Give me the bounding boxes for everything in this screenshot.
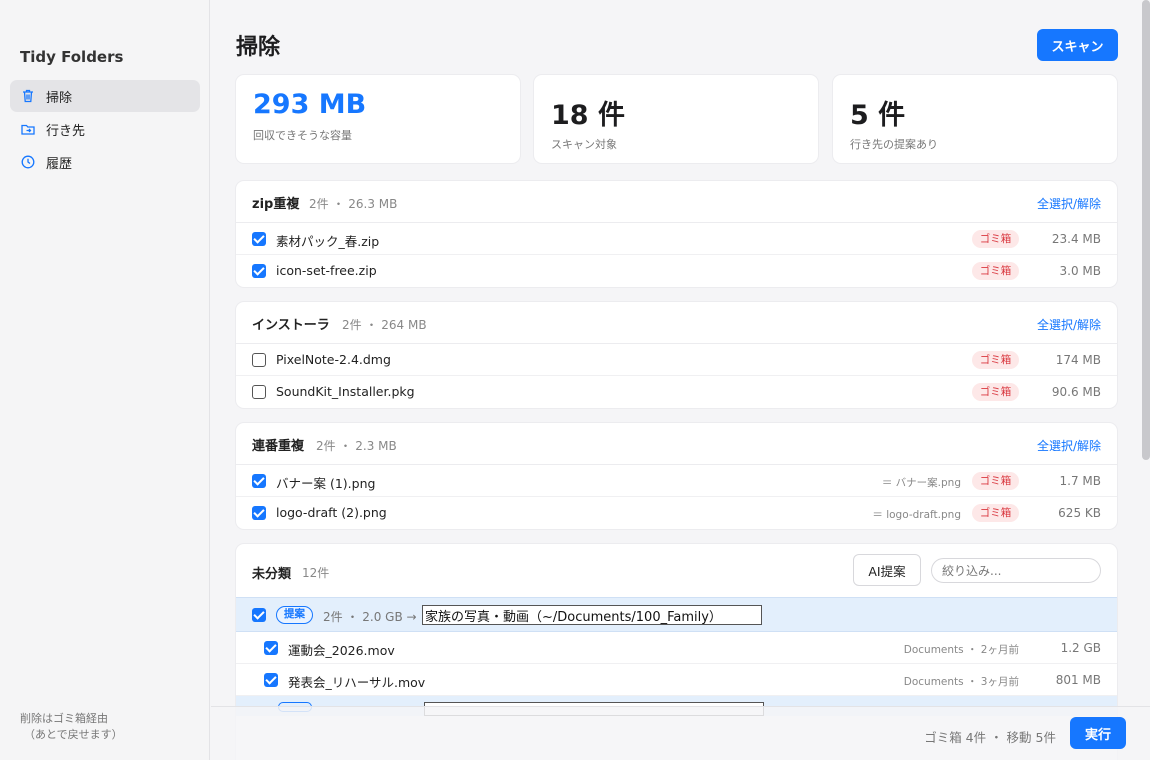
group-title: zip重複 (252, 197, 300, 212)
file-size: 90.6 MB (1051, 385, 1101, 399)
sidebar-item-cleanup[interactable]: 掃除 (10, 80, 200, 112)
file-row[interactable]: icon-set-free.zip ゴミ箱 3.0 MB (236, 255, 1117, 287)
file-size: 3.0 MB (1059, 264, 1101, 278)
ai-suggest-button[interactable]: AI提案 (853, 554, 921, 586)
select-all-link[interactable]: 全選択/解除 (1037, 316, 1101, 333)
select-all-link[interactable]: 全選択/解除 (1037, 437, 1101, 454)
suggestion-pill: 提案 (276, 606, 313, 624)
group-title: 連番重複 (252, 439, 305, 454)
sidebar-item-label: 履歴 (46, 156, 73, 172)
group-meta: 2件 ・ 26.3 MB (309, 197, 398, 211)
page-title: 掃除 (236, 35, 281, 60)
file-name: PixelNote-2.4.dmg (276, 352, 391, 367)
file-row[interactable]: 運動会_2026.mov Documents ・ 2ヶ月前 1.2 GB (236, 632, 1117, 664)
group-card-zip-duplicates: zip重複 2件 ・ 26.3 MB 全選択/解除 素材パック_春.zip ゴミ… (236, 181, 1117, 287)
file-checkbox[interactable] (252, 353, 266, 367)
trash-icon (23, 89, 33, 103)
group-card-sequential-duplicates: 連番重複 2件 ・ 2.3 MB 全選択/解除 バナー案 (1).png ＝ バ… (236, 423, 1117, 529)
file-row[interactable]: バナー案 (1).png ＝ バナー案.png ゴミ箱 1.7 MB (236, 465, 1117, 497)
stat-card-scanned: 18 件 スキャン対象 (534, 75, 818, 163)
file-name: バナー案 (1).png (276, 476, 376, 491)
trash-badge: ゴミ箱 (972, 383, 1019, 401)
group-title: インストーラ (252, 318, 330, 333)
group-meta: 2件 ・ 2.3 MB (316, 439, 397, 453)
file-row[interactable]: 素材パック_春.zip ゴミ箱 23.4 MB (236, 223, 1117, 255)
folder-arrow-icon (21, 124, 35, 135)
file-size: 1.7 MB (1059, 474, 1101, 488)
file-name: icon-set-free.zip (276, 263, 377, 278)
group-header: zip重複 2件 ・ 26.3 MB 全選択/解除 (236, 181, 1117, 223)
file-size: 1.2 GB (1060, 641, 1101, 655)
file-size: 174 MB (1055, 353, 1101, 367)
sidebar-item-history[interactable]: 履歴 (10, 146, 200, 178)
group-header: インストーラ 2件 ・ 264 MB 全選択/解除 (236, 302, 1117, 344)
file-checkbox[interactable] (252, 232, 266, 246)
group-meta: 12件 (302, 566, 330, 580)
file-checkbox[interactable] (252, 506, 266, 520)
group-title: 未分類 (252, 567, 292, 582)
file-location: Documents ・ 2ヶ月前 (903, 644, 1019, 656)
group-card-installers: インストーラ 2件 ・ 264 MB 全選択/解除 PixelNote-2.4.… (236, 302, 1117, 408)
sidebar: Tidy Folders 掃除 行き先 履歴 削除はゴミ箱経由 （あとで戻せます… (0, 0, 210, 760)
filter-input[interactable] (931, 558, 1101, 583)
group-header: 連番重複 2件 ・ 2.3 MB 全選択/解除 (236, 423, 1117, 465)
destination-input[interactable] (422, 605, 762, 625)
select-all-link[interactable]: 全選択/解除 (1037, 195, 1101, 212)
group-meta: 2件 ・ 264 MB (342, 318, 427, 332)
suggestion-row[interactable]: 提案 2件 ・ 2.0 GB → (236, 597, 1117, 632)
trash-badge: ゴミ箱 (972, 262, 1019, 280)
sidebar-item-label: 行き先 (46, 123, 86, 139)
stat-value: 293 MB (253, 89, 367, 120)
file-size: 625 KB (1058, 506, 1101, 520)
trash-note-line1: 削除はゴミ箱経由 (20, 712, 108, 725)
action-footer: ゴミ箱 4件 ・ 移動 5件 (211, 706, 1150, 760)
file-location: Documents ・ 3ヶ月前 (903, 676, 1019, 688)
file-checkbox[interactable] (252, 474, 266, 488)
stat-value: 5 件 (850, 100, 906, 131)
file-name: logo-draft (2).png (276, 505, 387, 520)
duplicate-of-label: ＝ バナー案.png (881, 477, 961, 489)
action-summary: ゴミ箱 4件 ・ 移動 5件 (924, 730, 1056, 745)
file-row[interactable]: SoundKit_Installer.pkg ゴミ箱 90.6 MB (236, 376, 1117, 408)
file-row[interactable]: 発表会_リハーサル.mov Documents ・ 3ヶ月前 801 MB (236, 664, 1117, 696)
file-checkbox[interactable] (264, 641, 278, 655)
suggestion-meta: 2件 ・ 2.0 GB → (323, 610, 417, 624)
stat-card-reclaimable: 293 MB 回収できそうな容量 (236, 75, 520, 163)
stat-caption: 回収できそうな容量 (253, 129, 352, 142)
file-checkbox[interactable] (264, 673, 278, 687)
trash-note-line2: （あとで戻せます） (24, 728, 123, 741)
file-checkbox[interactable] (252, 385, 266, 399)
app-title: Tidy Folders (20, 48, 124, 66)
sidebar-item-label: 掃除 (46, 90, 73, 106)
sidebar-nav: 掃除 行き先 履歴 (10, 80, 200, 179)
file-row[interactable]: PixelNote-2.4.dmg ゴミ箱 174 MB (236, 344, 1117, 376)
scan-button[interactable]: スキャン (1037, 29, 1118, 61)
clock-icon (21, 155, 35, 169)
run-button[interactable]: 実行 (1070, 717, 1126, 749)
file-checkbox[interactable] (252, 264, 266, 278)
stat-value: 18 件 (551, 100, 625, 131)
trash-badge: ゴミ箱 (972, 504, 1019, 522)
file-size: 801 MB (1055, 673, 1101, 687)
stat-caption: スキャン対象 (551, 138, 617, 151)
trash-badge: ゴミ箱 (972, 472, 1019, 490)
sidebar-item-destinations[interactable]: 行き先 (10, 113, 200, 145)
file-size: 23.4 MB (1051, 232, 1101, 246)
suggestion-checkbox[interactable] (252, 608, 266, 622)
trash-badge: ゴミ箱 (972, 351, 1019, 369)
duplicate-of-label: ＝ logo-draft.png (872, 509, 961, 521)
scrollbar[interactable] (1142, 0, 1150, 460)
file-name: 運動会_2026.mov (288, 643, 395, 658)
stat-card-suggestions: 5 件 行き先の提案あり (833, 75, 1117, 163)
file-name: SoundKit_Installer.pkg (276, 384, 415, 399)
trash-note: 削除はゴミ箱経由 （あとで戻せます） (20, 711, 123, 743)
file-row[interactable]: logo-draft (2).png ＝ logo-draft.png ゴミ箱 … (236, 497, 1117, 529)
file-name: 発表会_リハーサル.mov (288, 675, 426, 690)
stat-caption: 行き先の提案あり (850, 138, 938, 151)
trash-badge: ゴミ箱 (972, 230, 1019, 248)
file-name: 素材パック_春.zip (276, 234, 380, 249)
